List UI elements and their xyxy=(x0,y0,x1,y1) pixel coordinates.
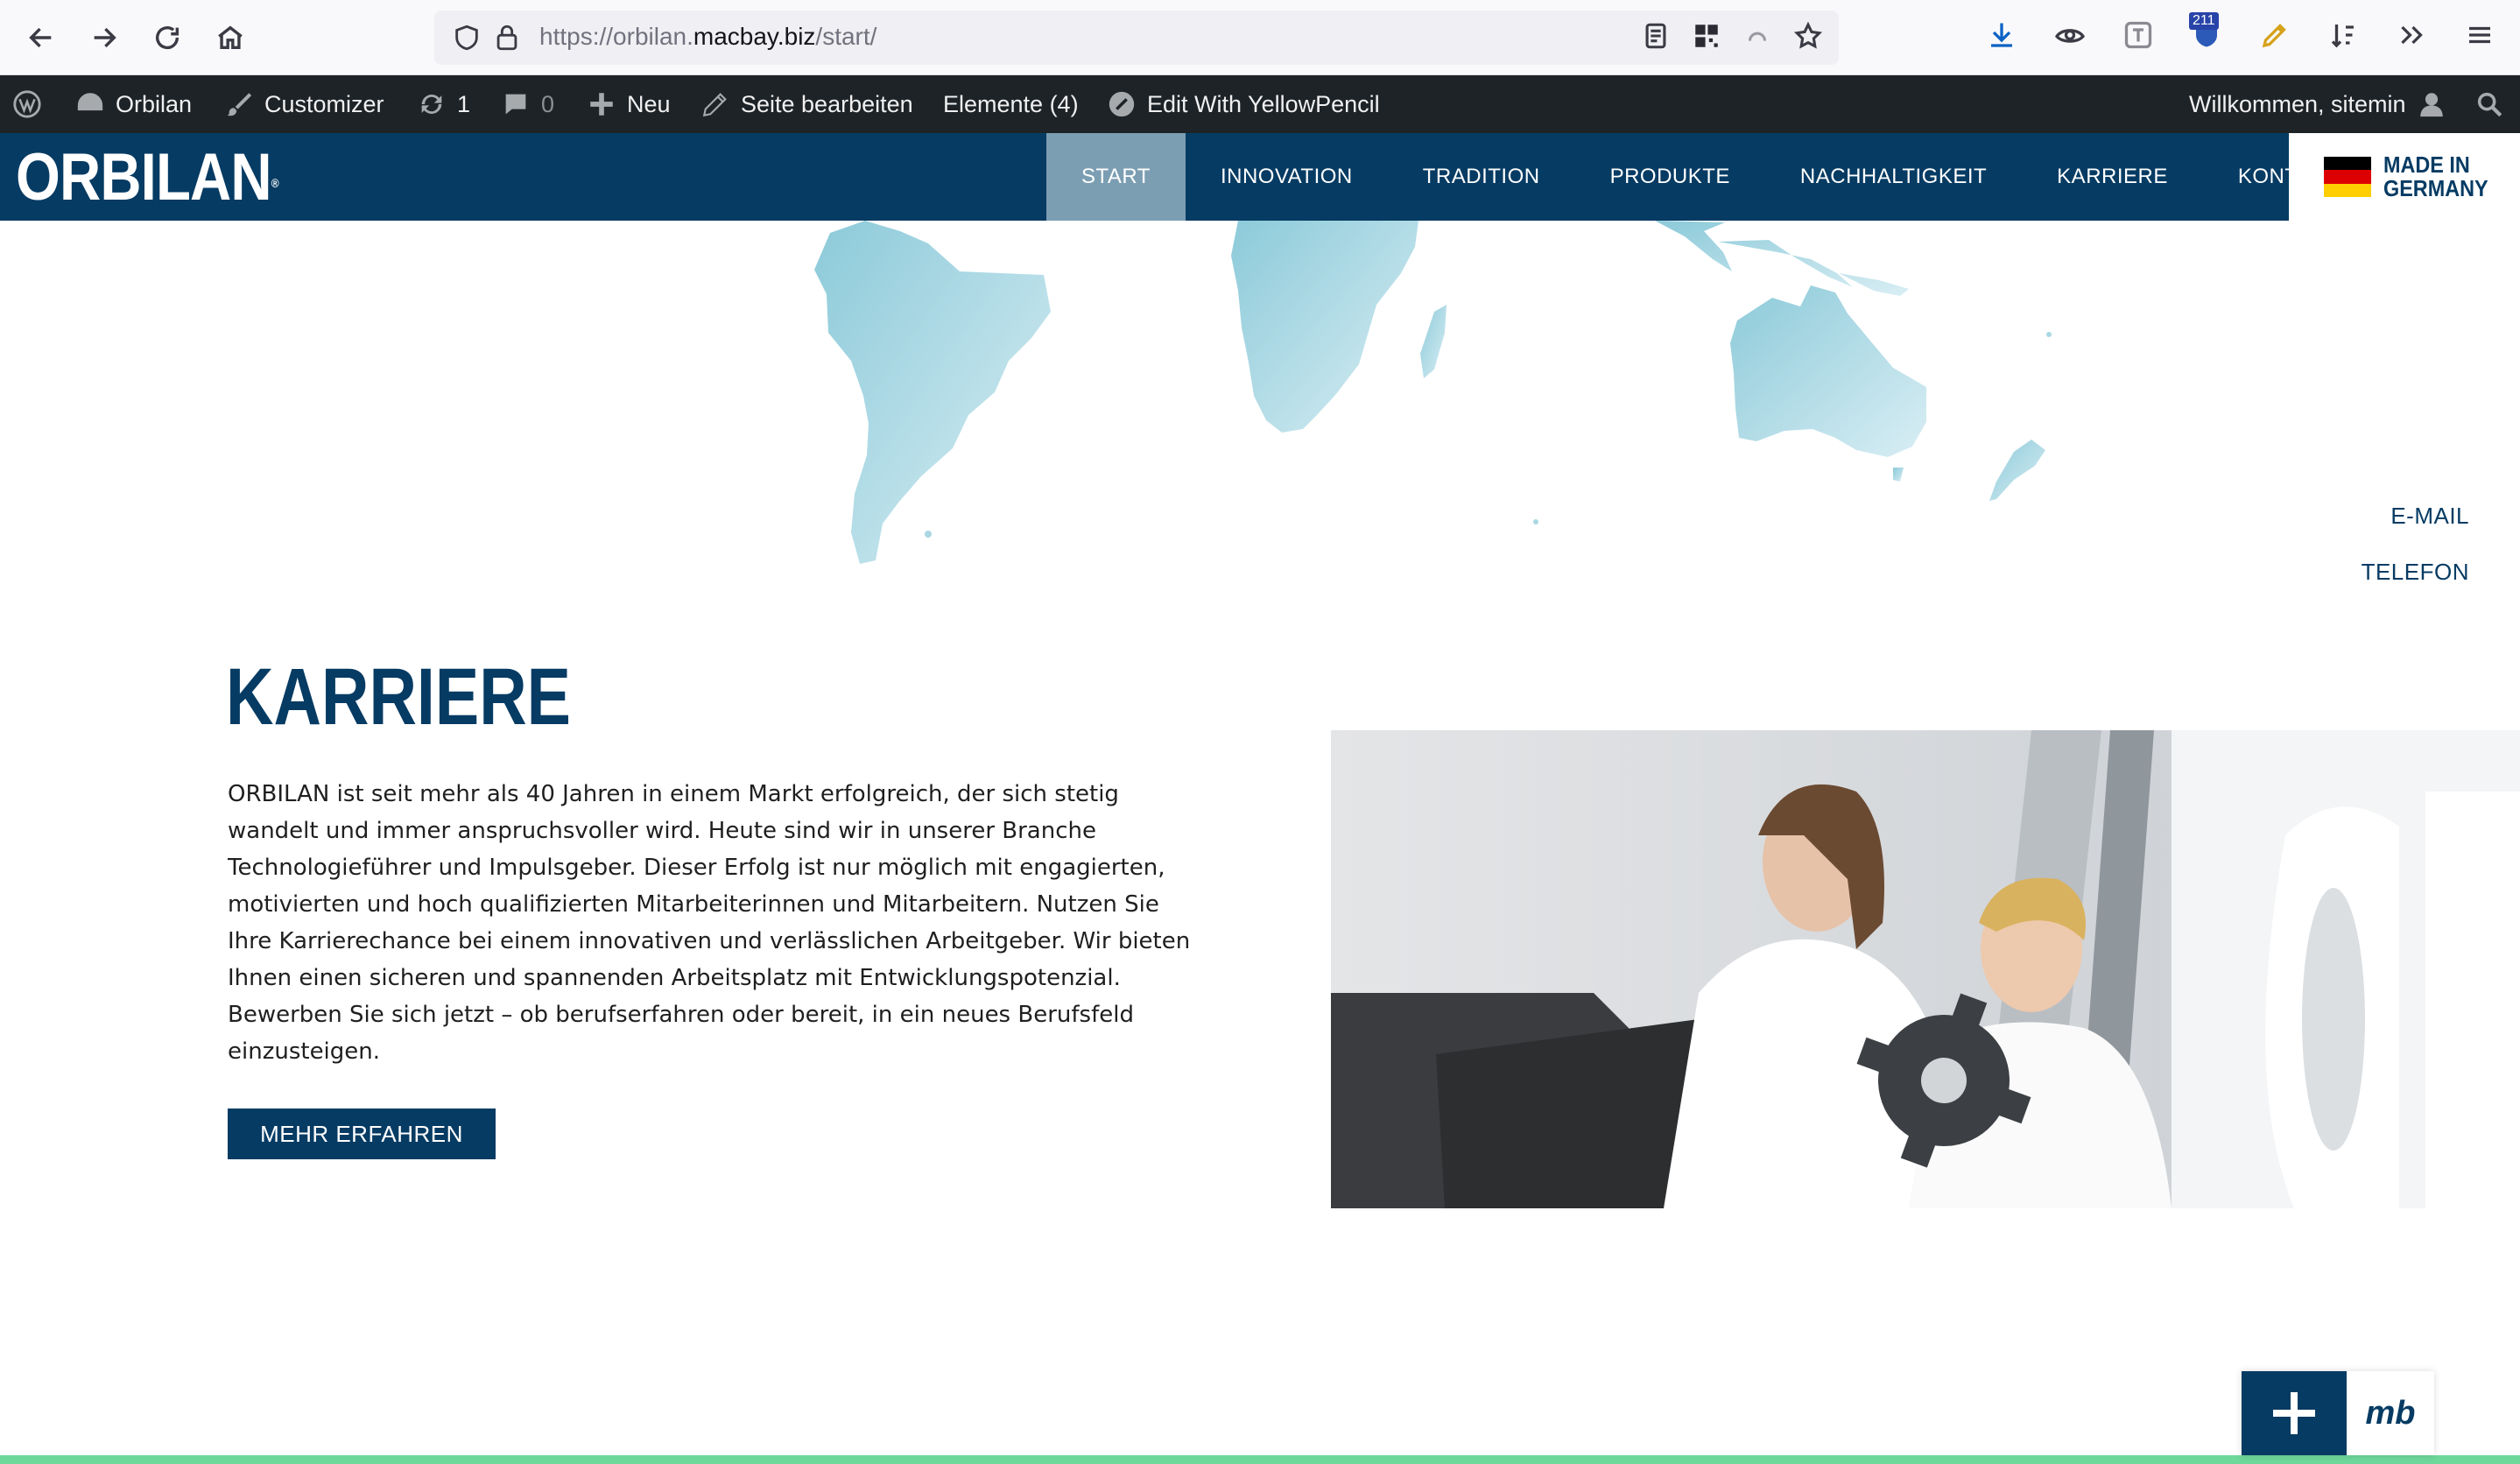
nav-produkte[interactable]: PRODUKTE xyxy=(1575,133,1765,221)
world-map-illustration xyxy=(814,221,2052,564)
wp-site-name: Orbilan xyxy=(116,90,193,117)
site-header: ORBILAN® START INNOVATION TRADITION PROD… xyxy=(0,133,2520,221)
made-in-line1: MADE IN xyxy=(2383,151,2470,178)
nav-karriere[interactable]: KARRIERE xyxy=(2022,133,2203,221)
tasmania-shape xyxy=(1893,468,1904,482)
browser-toolbar: https://orbilan.macbay.biz/start/ 211 xyxy=(0,0,2520,75)
extension-sort-icon[interactable] xyxy=(2326,18,2361,53)
island-dot xyxy=(925,531,932,538)
nav-tradition[interactable]: TRADITION xyxy=(1388,133,1575,221)
nav-innovation[interactable]: INNOVATION xyxy=(1186,133,1388,221)
wp-yellowpencil-label: Edit With YellowPencil xyxy=(1147,90,1380,117)
downloads-icon[interactable] xyxy=(1984,18,2019,53)
career-text: ORBILAN ist seit mehr als 40 Jahren in e… xyxy=(228,781,1191,1065)
main-navigation: START INNOVATION TRADITION PRODUKTE NACH… xyxy=(1046,133,2374,221)
wp-updates-count: 1 xyxy=(457,90,471,117)
home-icon[interactable] xyxy=(210,18,250,58)
macbay-logo[interactable]: mb xyxy=(2347,1371,2434,1455)
extension-pencil-icon[interactable] xyxy=(2257,18,2292,53)
yellowpencil-icon xyxy=(1109,91,1135,117)
wp-customizer-label: Customizer xyxy=(264,90,384,117)
nav-nachhaltigkeit[interactable]: NACHHALTIGKEIT xyxy=(1765,133,2022,221)
comment-icon xyxy=(505,94,526,115)
german-flag-icon xyxy=(2324,157,2371,197)
wp-edit-page-label: Seite bearbeiten xyxy=(741,90,913,117)
wp-customizer-link[interactable]: Customizer xyxy=(224,75,384,133)
made-in-germany-badge: MADE IN GERMANY xyxy=(2289,133,2520,221)
tracking-shield-icon[interactable] xyxy=(452,23,482,53)
island-dot xyxy=(1533,519,1538,524)
dashboard-icon xyxy=(77,93,103,111)
url-path: /start/ xyxy=(815,23,877,50)
logo-registered-mark: ® xyxy=(271,176,279,190)
wp-edit-page-link[interactable]: Seite bearbeiten xyxy=(700,75,913,133)
southeast-asia-shape xyxy=(1655,221,1909,296)
bookmark-star-icon[interactable] xyxy=(1793,21,1823,51)
bottom-accent-line xyxy=(0,1455,2520,1464)
logo-text: ORBILAN xyxy=(16,140,272,215)
side-email-link[interactable]: E-MAIL xyxy=(2390,503,2469,530)
australia-shape xyxy=(1730,285,1926,457)
career-photo xyxy=(1331,730,2520,1208)
career-heading: KARRIERE xyxy=(226,652,571,742)
hamburger-menu-icon[interactable] xyxy=(2462,18,2497,53)
address-bar[interactable]: https://orbilan.macbay.biz/start/ xyxy=(434,11,1839,65)
pencil-icon xyxy=(702,93,727,117)
plus-icon xyxy=(590,93,613,116)
url-text[interactable]: https://orbilan.macbay.biz/start/ xyxy=(539,23,876,51)
mehr-erfahren-button[interactable]: MEHR ERFAHREN xyxy=(228,1109,496,1159)
expand-plus-button[interactable] xyxy=(2242,1371,2347,1455)
made-in-line2: GERMANY xyxy=(2383,175,2488,201)
reload-icon[interactable] xyxy=(147,18,187,58)
side-phone-link[interactable]: TELEFON xyxy=(2362,559,2469,586)
wp-new-label: Neu xyxy=(627,90,671,117)
back-icon[interactable] xyxy=(21,18,61,58)
wp-yellowpencil-link[interactable]: Edit With YellowPencil xyxy=(1107,75,1380,133)
autoplay-icon[interactable] xyxy=(1742,21,1772,51)
island-dot xyxy=(2046,332,2052,337)
madagascar-shape xyxy=(1420,305,1447,378)
wp-admin-bar: Orbilan Customizer 1 0 Neu Seite bearbei… xyxy=(0,75,2520,133)
wp-account-link[interactable]: Willkommen, sitemin xyxy=(2189,75,2446,133)
wp-welcome-label: Willkommen, sitemin xyxy=(2189,90,2406,117)
lock-icon[interactable] xyxy=(492,23,522,53)
wp-comments-count: 0 xyxy=(541,90,555,117)
nav-start[interactable]: START xyxy=(1046,133,1186,221)
wp-elements-link[interactable]: Elemente (4) xyxy=(943,75,1079,133)
floating-widget: mb xyxy=(2242,1371,2434,1455)
extension-text-icon[interactable] xyxy=(2121,18,2156,53)
user-avatar-icon xyxy=(2419,93,2443,117)
updates-icon xyxy=(421,95,442,114)
site-logo[interactable]: ORBILAN® xyxy=(16,140,279,215)
wp-elements-label: Elemente (4) xyxy=(943,90,1079,117)
url-host: macbay.biz xyxy=(693,23,816,50)
wp-search-icon[interactable] xyxy=(2474,75,2504,133)
south-america-shape xyxy=(814,221,1051,564)
made-in-germany-text: MADE IN GERMANY xyxy=(2383,153,2488,201)
wp-new-link[interactable]: Neu xyxy=(587,75,671,133)
africa-shape xyxy=(1231,221,1418,433)
forward-icon[interactable] xyxy=(84,18,124,58)
wordpress-logo-icon[interactable] xyxy=(12,75,42,133)
extension-shield-icon[interactable]: 211 xyxy=(2189,12,2224,53)
wp-comments-link[interactable]: 0 xyxy=(501,75,554,133)
plus-icon xyxy=(2273,1392,2315,1434)
qr-code-icon[interactable] xyxy=(1692,21,1721,51)
wp-updates-link[interactable]: 1 xyxy=(417,75,470,133)
url-prefix: https://orbilan. xyxy=(539,23,693,50)
extension-badge: 211 xyxy=(2189,12,2219,30)
wp-site-link[interactable]: Orbilan xyxy=(75,75,192,133)
brush-icon xyxy=(226,93,252,116)
reader-view-icon[interactable] xyxy=(1641,21,1671,51)
extension-eye-icon[interactable] xyxy=(2052,18,2087,53)
overflow-chevrons-icon[interactable] xyxy=(2394,18,2429,53)
new-zealand-shape xyxy=(1989,440,2045,501)
